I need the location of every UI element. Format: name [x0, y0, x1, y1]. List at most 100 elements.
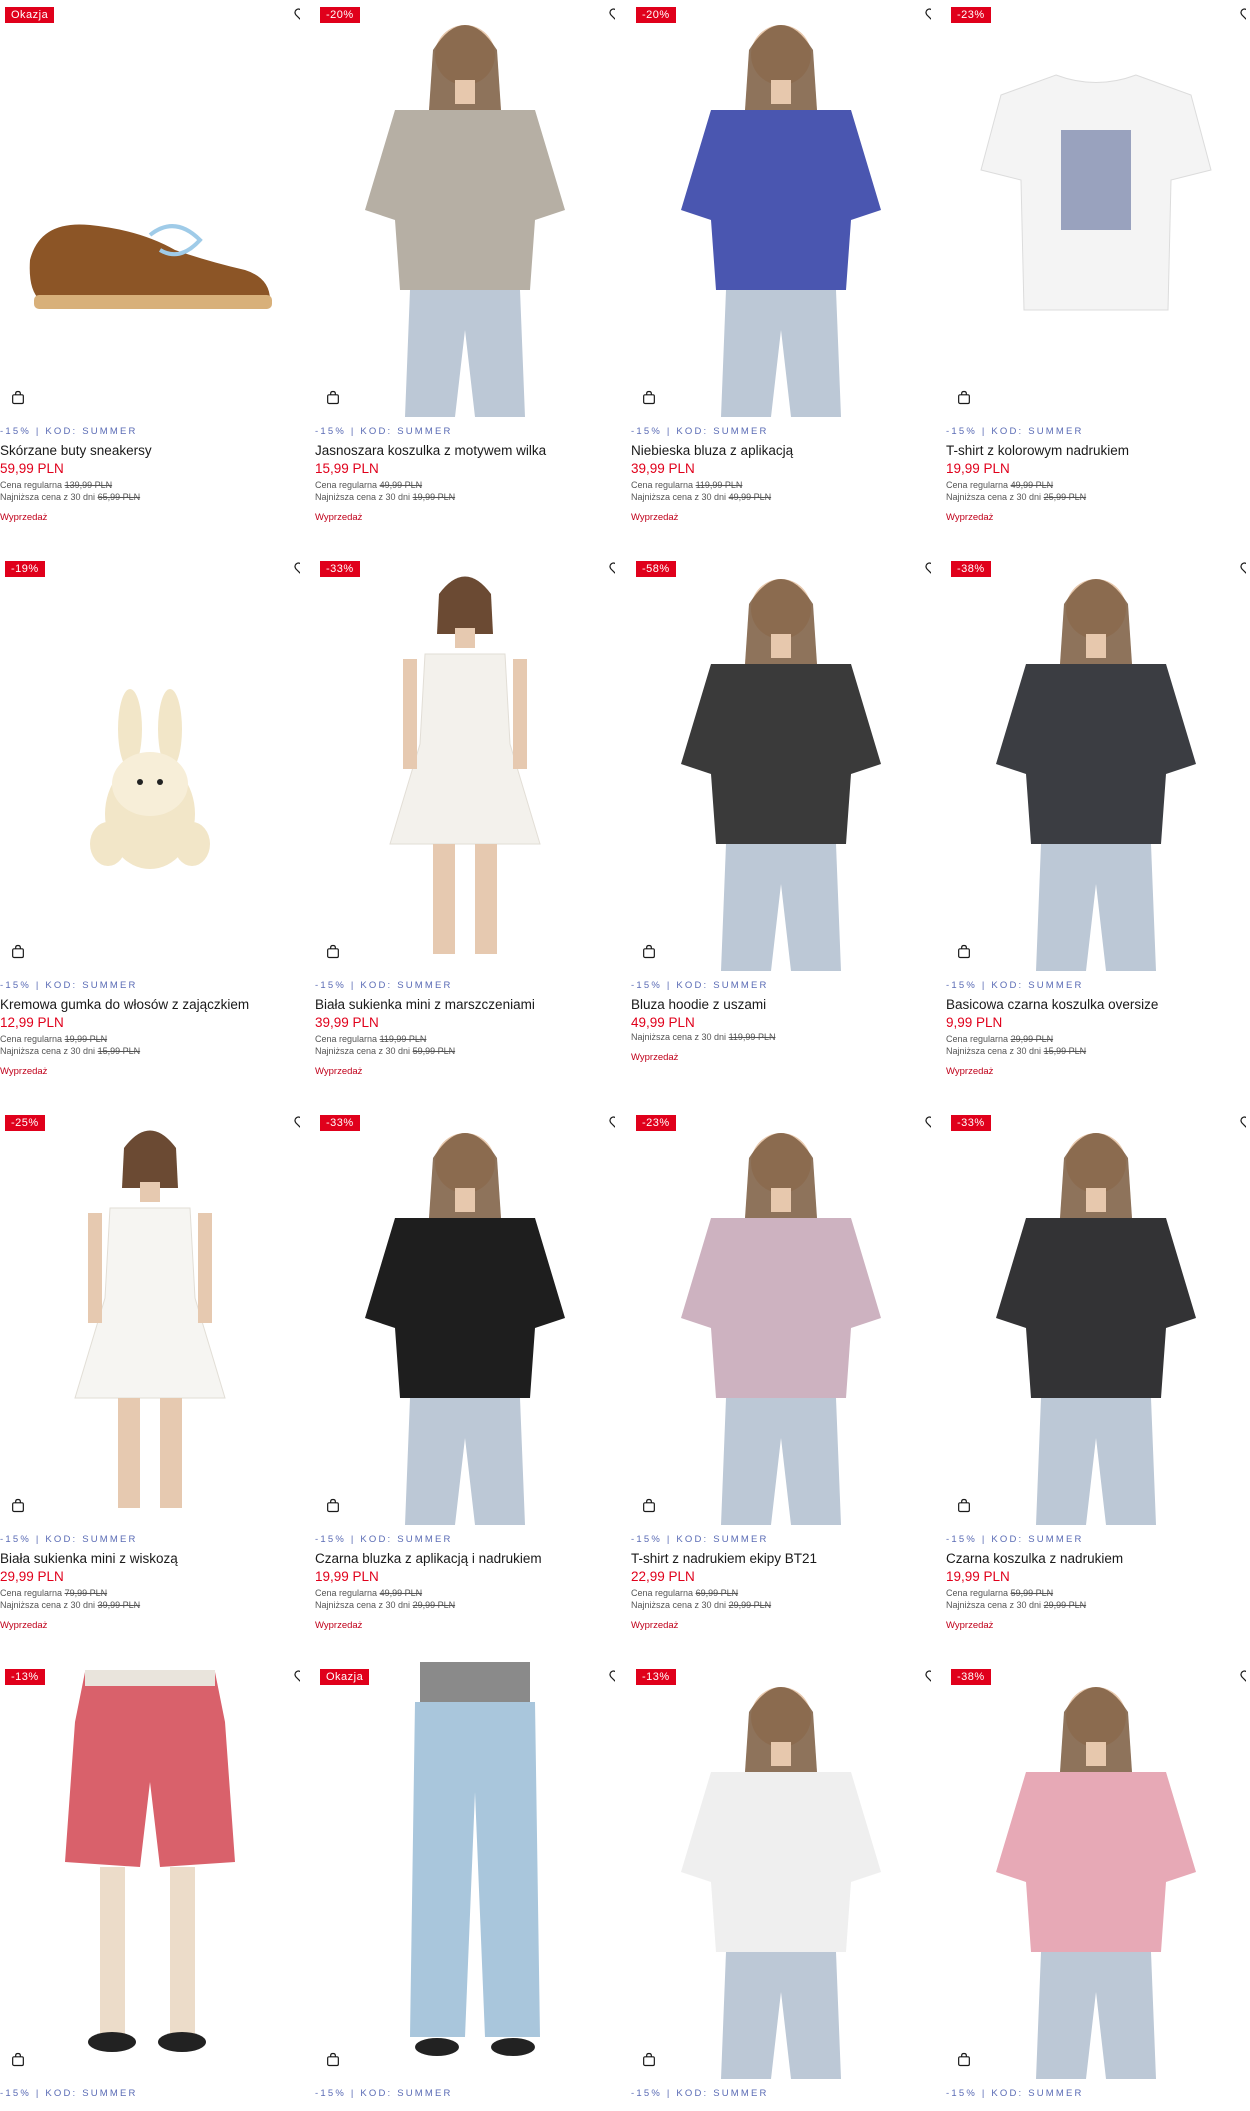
product-name[interactable]: Basicowa czarna koszulka oversize — [946, 997, 1246, 1014]
product-image[interactable] — [631, 1662, 931, 2079]
product-card[interactable]: -13% -15% | KOD: SUMMER — [0, 1662, 300, 2111]
product-name[interactable]: T-shirt z kolorowym nadrukiem — [946, 443, 1246, 460]
shopping-bag-icon[interactable] — [10, 389, 26, 406]
regular-price-label: Cena regularna — [0, 1588, 63, 1598]
product-name[interactable]: Niebieska bluza z aplikacją — [631, 443, 931, 460]
product-card[interactable]: -25% -15% | KOD: SUMMER Biała sukienka min… — [0, 1108, 300, 1632]
product-image-wrap[interactable]: -33% — [315, 1108, 615, 1525]
product-card[interactable]: -33% -15% | KOD: SUMMER Biała sukienka min… — [315, 554, 615, 1078]
product-card[interactable]: -33% -15% | KOD: SUMMER Czarna koszulka z … — [946, 1108, 1246, 1632]
heart-icon[interactable] — [924, 1668, 931, 1686]
heart-icon[interactable] — [1239, 1114, 1246, 1132]
heart-icon[interactable] — [1239, 1668, 1246, 1686]
product-image-wrap[interactable]: -23% — [946, 0, 1246, 417]
product-image[interactable] — [315, 554, 615, 971]
product-card[interactable]: -38% -15% | KOD: SUMMER Basicowa czarna ko… — [946, 554, 1246, 1078]
shopping-bag-icon[interactable] — [325, 389, 341, 406]
product-name[interactable]: Czarna koszulka z nadrukiem — [946, 1551, 1246, 1568]
shopping-bag-icon[interactable] — [956, 943, 972, 960]
product-name[interactable]: Kremowa gumka do włosów z zajączkiem — [0, 997, 300, 1014]
product-image-wrap[interactable]: -23% — [631, 1108, 931, 1525]
shopping-bag-icon[interactable] — [956, 1497, 972, 1514]
shopping-bag-icon[interactable] — [641, 389, 657, 406]
heart-icon[interactable] — [608, 1668, 615, 1686]
product-image[interactable] — [946, 554, 1246, 971]
shopping-bag-icon[interactable] — [325, 1497, 341, 1514]
product-image-wrap[interactable]: -38% — [946, 1662, 1246, 2079]
product-name[interactable]: Skórzane buty sneakersy — [0, 443, 300, 460]
product-image-wrap[interactable]: Okazja — [0, 0, 300, 417]
product-card[interactable]: -20% -15% | KOD: SUMMER Niebieska bluza z … — [631, 0, 931, 524]
product-card[interactable]: -38% -15% | KOD: SUMMER — [946, 1662, 1246, 2111]
product-image-wrap[interactable]: -19% — [0, 554, 300, 971]
heart-icon[interactable] — [293, 6, 300, 24]
heart-icon[interactable] — [924, 560, 931, 578]
product-image[interactable] — [0, 0, 300, 417]
product-image-wrap[interactable]: -58% — [631, 554, 931, 971]
heart-icon[interactable] — [1239, 560, 1246, 578]
product-name[interactable]: T-shirt z nadrukiem ekipy BT21 — [631, 1551, 931, 1568]
shopping-bag-icon[interactable] — [10, 2051, 26, 2068]
product-name[interactable] — [0, 2105, 300, 2111]
heart-icon[interactable] — [924, 6, 931, 24]
product-image[interactable] — [0, 1662, 300, 2079]
product-image[interactable] — [0, 554, 300, 971]
lowest-price: 39,99 PLN — [97, 1600, 141, 1610]
product-image[interactable] — [946, 1662, 1246, 2079]
shopping-bag-icon[interactable] — [325, 2051, 341, 2068]
heart-icon[interactable] — [293, 560, 300, 578]
product-image-wrap[interactable]: -33% — [946, 1108, 1246, 1525]
product-card[interactable]: -19% -15% | KOD: SUMMER Kremowa gumka do w… — [0, 554, 300, 1078]
shopping-bag-icon[interactable] — [325, 943, 341, 960]
product-name[interactable]: Czarna bluzka z aplikacją i nadrukiem — [315, 1551, 615, 1568]
shopping-bag-icon[interactable] — [10, 1497, 26, 1514]
product-name[interactable] — [315, 2105, 615, 2111]
product-image-wrap[interactable]: Okazja — [315, 1662, 615, 2079]
product-name[interactable]: Jasnoszara koszulka z motywem wilka — [315, 443, 615, 460]
product-image[interactable] — [0, 1108, 300, 1525]
product-image[interactable] — [315, 0, 615, 417]
product-card[interactable]: Okazja -15% | KOD: SUMMER Skórzane buty sn… — [0, 0, 300, 524]
product-image[interactable] — [631, 1108, 931, 1525]
heart-icon[interactable] — [924, 1114, 931, 1132]
product-image-wrap[interactable]: -20% — [315, 0, 615, 417]
product-name[interactable]: Biała sukienka mini z wiskozą — [0, 1551, 300, 1568]
product-name[interactable] — [631, 2105, 931, 2111]
product-card[interactable]: -13% -15% | KOD: SUMMER — [631, 1662, 931, 2111]
product-name[interactable]: Bluza hoodie z uszami — [631, 997, 931, 1014]
product-card[interactable]: -23% -15% | KOD: SUMMER T-shirt z nadrukie… — [631, 1108, 931, 1632]
lowest-price-label: Najniższa cena z 30 dni — [946, 1600, 1042, 1610]
product-name[interactable] — [946, 2105, 1246, 2111]
shopping-bag-icon[interactable] — [10, 943, 26, 960]
product-image-wrap[interactable]: -38% — [946, 554, 1246, 971]
shopping-bag-icon[interactable] — [956, 2051, 972, 2068]
shopping-bag-icon[interactable] — [641, 2051, 657, 2068]
product-image-wrap[interactable]: -13% — [631, 1662, 931, 2079]
product-image[interactable] — [315, 1108, 615, 1525]
product-card[interactable]: -33% -15% | KOD: SUMMER Czarna bluzka z ap… — [315, 1108, 615, 1632]
product-image[interactable] — [315, 1662, 615, 2079]
heart-icon[interactable] — [608, 560, 615, 578]
product-name[interactable]: Biała sukienka mini z marszczeniami — [315, 997, 615, 1014]
product-image[interactable] — [631, 0, 931, 417]
product-card[interactable]: -58% -15% | KOD: SUMMER Bluza hoodie z usz… — [631, 554, 931, 1064]
product-image-wrap[interactable]: -33% — [315, 554, 615, 971]
product-image-wrap[interactable]: -20% — [631, 0, 931, 417]
product-card[interactable]: Okazja -15% | KOD: SUMMER — [315, 1662, 615, 2111]
heart-icon[interactable] — [608, 1114, 615, 1132]
product-card[interactable]: -23% -15% | KOD: SUMMER T-shirt z kolorowy… — [946, 0, 1246, 524]
heart-icon[interactable] — [293, 1114, 300, 1132]
product-image[interactable] — [946, 1108, 1246, 1525]
product-card[interactable]: -20% -15% | KOD: SUMMER Jasnoszara koszulk… — [315, 0, 615, 524]
sale-tag: Wyprzedaż — [631, 1620, 679, 1631]
product-image[interactable] — [631, 554, 931, 971]
shopping-bag-icon[interactable] — [641, 943, 657, 960]
product-image-wrap[interactable]: -25% — [0, 1108, 300, 1525]
heart-icon[interactable] — [293, 1668, 300, 1686]
heart-icon[interactable] — [1239, 6, 1246, 24]
shopping-bag-icon[interactable] — [956, 389, 972, 406]
product-image[interactable] — [946, 0, 1246, 417]
shopping-bag-icon[interactable] — [641, 1497, 657, 1514]
heart-icon[interactable] — [608, 6, 615, 24]
product-image-wrap[interactable]: -13% — [0, 1662, 300, 2079]
